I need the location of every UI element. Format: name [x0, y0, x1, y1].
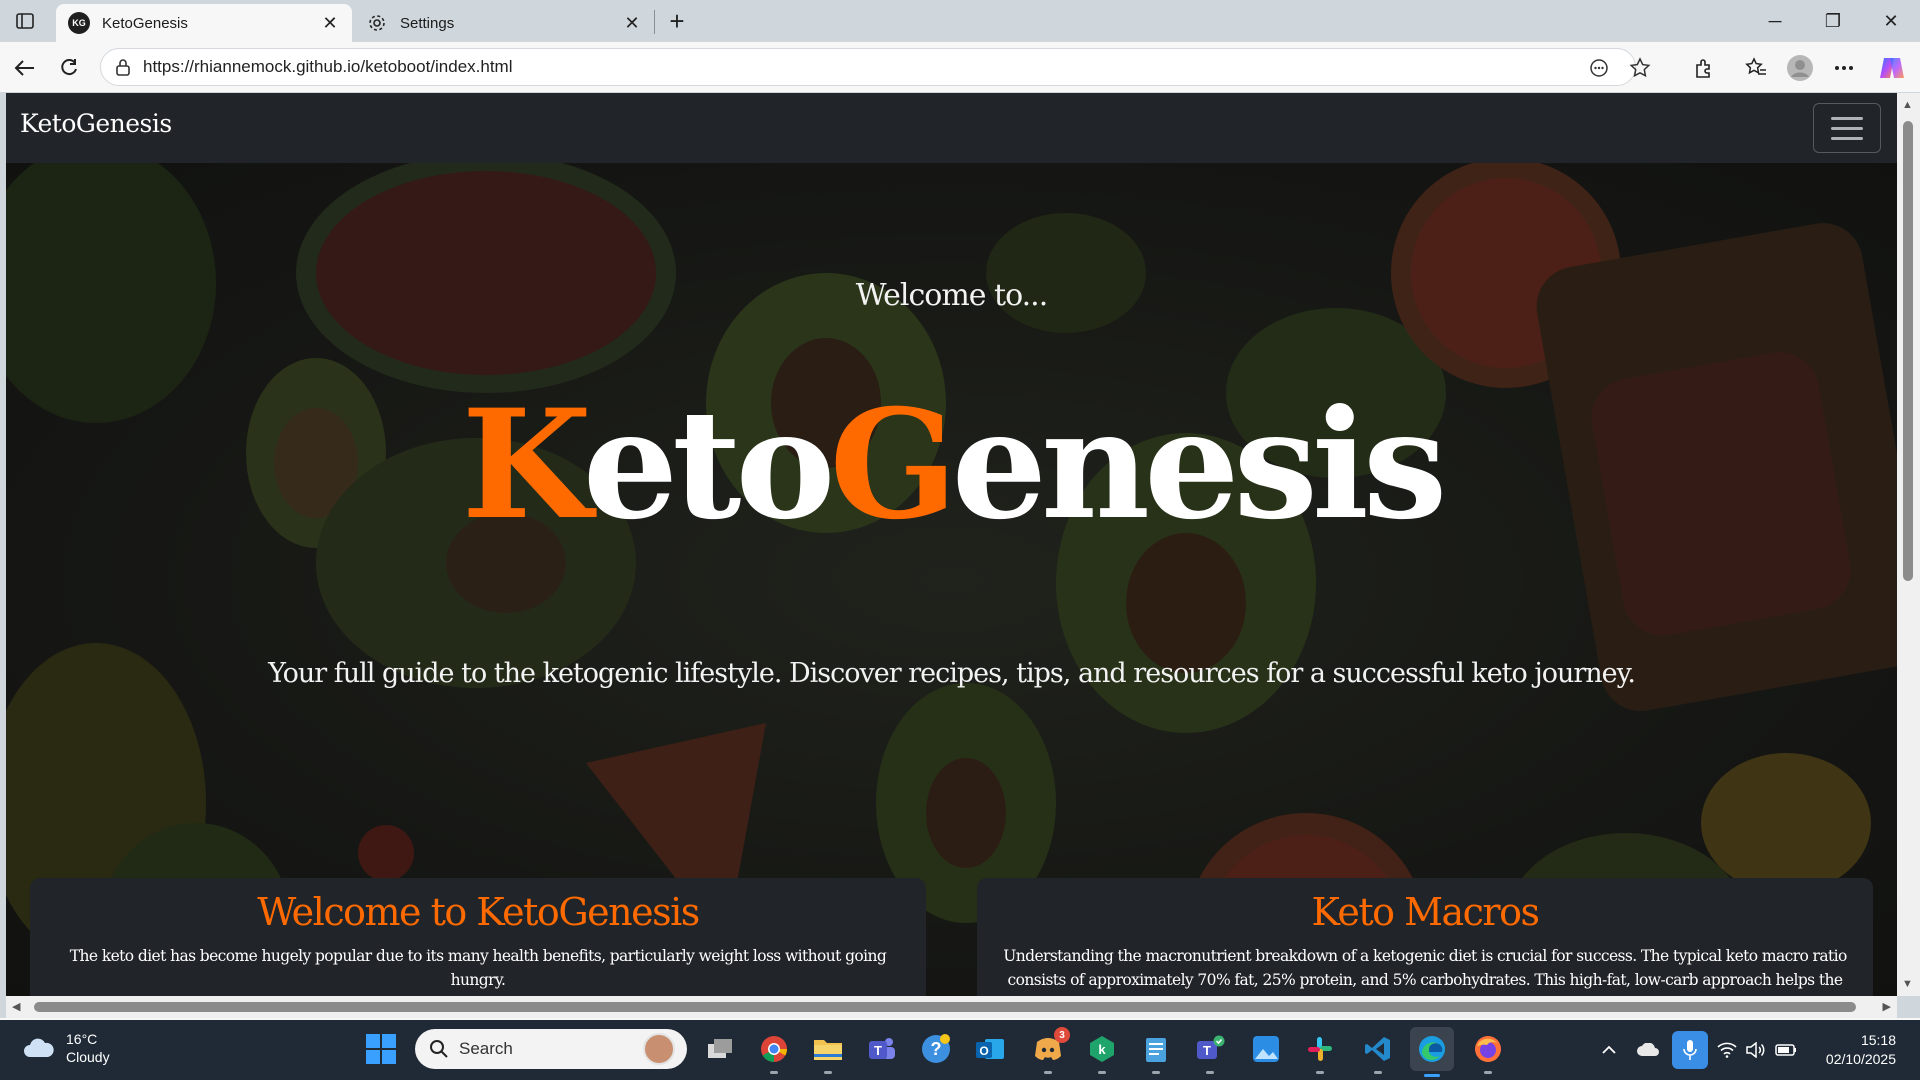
favorites-icon[interactable] [1742, 54, 1770, 82]
slack-icon[interactable] [1304, 1033, 1336, 1074]
profile-icon[interactable] [1786, 54, 1814, 82]
new-tab-button[interactable]: + [662, 6, 692, 36]
browser-tab-bar: KG KetoGenesis ✕ Settings ✕ + ─ ❐ ✕ [0, 0, 1920, 42]
vscode-icon[interactable] [1362, 1033, 1394, 1074]
svg-text:?: ? [931, 1039, 942, 1059]
read-aloud-icon[interactable] [1588, 57, 1610, 79]
system-clock[interactable]: 15:18 02/10/2025 [1812, 1031, 1896, 1069]
chrome-icon[interactable] [758, 1033, 790, 1074]
help-icon[interactable]: ? [920, 1033, 952, 1065]
title-eto: eto [582, 377, 836, 553]
title-accent-k: K [461, 377, 589, 553]
maximize-button[interactable]: ❐ [1804, 0, 1862, 42]
site-info-icon[interactable] [115, 58, 131, 81]
notification-badge: 3 [1054, 1027, 1070, 1043]
menu-line-icon [1831, 116, 1863, 120]
hero-tagline: Your full guide to the ketogenic lifesty… [268, 658, 1636, 689]
keto-macros-card: Keto Macros Understanding the macronutri… [977, 878, 1873, 996]
title-accent-g: G [829, 377, 957, 553]
search-icon [430, 1040, 448, 1058]
weather-desc: Cloudy [66, 1049, 110, 1065]
tab-title: KetoGenesis [102, 14, 188, 32]
card-heading: Keto Macros [1311, 890, 1540, 934]
clock-time: 15:18 [1860, 1032, 1896, 1048]
tab-close-icon[interactable]: ✕ [622, 13, 642, 33]
search-highlight-icon [643, 1033, 675, 1065]
file-explorer-icon[interactable] [812, 1033, 844, 1074]
weather-temp: 16°C [66, 1031, 98, 1047]
card-text: The keto diet has become hugely popular … [69, 947, 887, 989]
clock-date: 02/10/2025 [1825, 1051, 1896, 1067]
gear-icon [366, 12, 388, 34]
title-enesis: enesis [951, 377, 1448, 553]
taskbar-search[interactable]: Search [415, 1029, 687, 1069]
tab-settings[interactable]: Settings ✕ [354, 4, 654, 42]
discord-icon[interactable]: 3 [1032, 1027, 1070, 1074]
scroll-left-icon[interactable]: ◀ [12, 1000, 20, 1013]
scroll-right-icon[interactable]: ▶ [1883, 1000, 1891, 1013]
vertical-scroll-thumb[interactable] [1903, 121, 1913, 581]
ketogenesis-favicon-icon: KG [68, 12, 90, 34]
svg-text:O: O [979, 1044, 988, 1058]
svg-text:T: T [1203, 1043, 1211, 1058]
refresh-icon[interactable] [52, 51, 86, 85]
taskbar: 16°C Cloudy Search T ? O 3 k T 15:18 02/… [0, 1020, 1920, 1080]
site-navbar: KetoGenesis [6, 93, 1897, 163]
back-icon[interactable] [8, 51, 42, 85]
sidebar-toggle-icon[interactable] [10, 8, 40, 34]
cloud-icon [24, 1038, 54, 1057]
copilot-icon[interactable] [1878, 54, 1906, 82]
kaspersky-icon[interactable]: k [1086, 1033, 1118, 1074]
tab-close-icon[interactable]: ✕ [320, 13, 340, 33]
tab-title: Settings [400, 14, 455, 32]
horizontal-scroll-thumb[interactable] [34, 1002, 1856, 1012]
url-text: https://rhiannemock.github.io/ketoboot/i… [143, 57, 513, 76]
teams-icon[interactable]: T [866, 1033, 898, 1065]
photos-icon[interactable] [1250, 1033, 1282, 1065]
microphone-icon[interactable] [1672, 1031, 1708, 1069]
weather-widget[interactable]: 16°C Cloudy [22, 1030, 110, 1066]
firefox-icon[interactable] [1472, 1033, 1504, 1074]
url-input[interactable]: https://rhiannemock.github.io/ketoboot/i… [100, 48, 1651, 86]
address-toolbar: https://rhiannemock.github.io/ketoboot/i… [0, 42, 1920, 92]
card-heading: Welcome to KetoGenesis [257, 890, 700, 934]
hamburger-menu-button[interactable] [1813, 103, 1881, 153]
edge-icon[interactable] [1410, 1027, 1454, 1077]
teams-work-icon[interactable]: T [1194, 1033, 1226, 1074]
hero-title: KetoGenesis [6, 383, 1897, 548]
task-view-icon[interactable] [704, 1033, 736, 1065]
battery-icon[interactable] [1774, 1020, 1798, 1080]
notepad-icon[interactable] [1140, 1033, 1172, 1074]
tab-ketogenesis[interactable]: KG KetoGenesis ✕ [56, 4, 352, 42]
extensions-icon[interactable] [1690, 54, 1718, 82]
menu-line-icon [1831, 136, 1863, 140]
close-window-button[interactable]: ✕ [1862, 0, 1920, 42]
card-text: Understanding the macronutrient breakdow… [1003, 947, 1847, 996]
more-icon[interactable] [1830, 54, 1858, 82]
menu-line-icon [1831, 126, 1863, 130]
windows-start-icon[interactable] [366, 1034, 396, 1064]
horizontal-scrollbar[interactable]: ◀ ▶ [6, 996, 1897, 1018]
outlook-icon[interactable]: O [974, 1033, 1006, 1065]
show-hidden-icons-icon[interactable] [1596, 1020, 1622, 1080]
vertical-scrollbar[interactable]: ▲ ▼ [1897, 93, 1920, 996]
page-viewport: KetoGenesis Welcome to... KetoGenesis Yo… [6, 93, 1897, 996]
wifi-icon[interactable] [1716, 1020, 1738, 1080]
hero-welcome-text: Welcome to... [855, 278, 1049, 313]
minimize-button[interactable]: ─ [1746, 0, 1804, 42]
svg-text:T: T [874, 1043, 882, 1058]
search-placeholder: Search [459, 1039, 513, 1058]
welcome-card: Welcome to KetoGenesis The keto diet has… [30, 878, 926, 996]
scroll-up-icon[interactable]: ▲ [1902, 99, 1913, 111]
volume-icon[interactable] [1744, 1020, 1766, 1080]
hero-section: Welcome to... KetoGenesis Your full guid… [6, 163, 1897, 996]
navbar-brand[interactable]: KetoGenesis [20, 109, 172, 138]
favorite-star-icon[interactable] [1629, 57, 1651, 79]
tab-separator [654, 10, 655, 34]
scroll-down-icon[interactable]: ▼ [1902, 978, 1913, 990]
svg-text:k: k [1098, 1042, 1106, 1057]
onedrive-icon[interactable] [1634, 1020, 1662, 1080]
